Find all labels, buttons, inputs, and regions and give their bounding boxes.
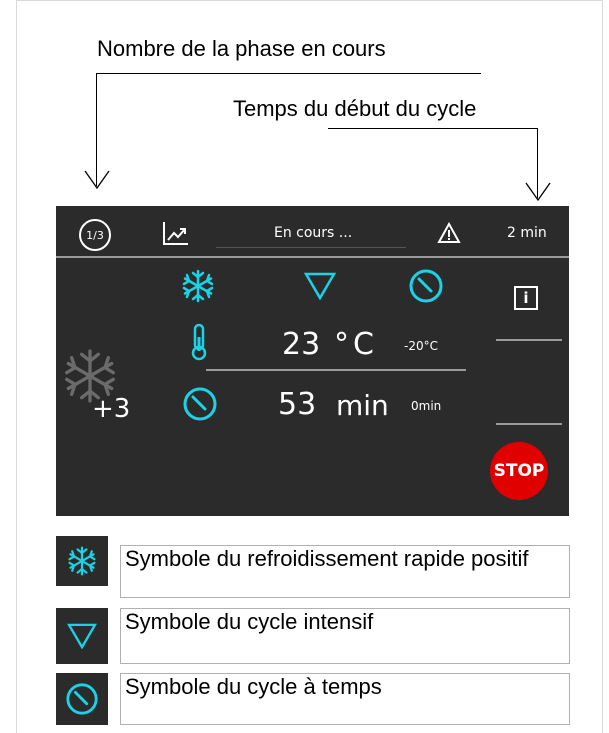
- stop-label: STOP: [493, 461, 545, 481]
- time-unit: min: [336, 389, 389, 422]
- snowflake-icon: [182, 269, 214, 303]
- phase-leader-horizontal: [96, 73, 481, 74]
- phase-counter-label: 1/3: [86, 228, 104, 242]
- time-target: 0min: [411, 399, 442, 413]
- legend-item-rapid-cooling: Symbole du refroidissement rapide positi…: [120, 545, 570, 598]
- warning-icon[interactable]: [437, 222, 461, 244]
- annotation-cycle-time: Temps du début du cycle: [233, 96, 477, 121]
- temperature-value: 23: [282, 327, 321, 362]
- legend-icon-snowflake: [56, 536, 108, 586]
- legend-icon-clock: [56, 673, 108, 725]
- legend-icon-triangle: [56, 608, 108, 664]
- phase-arrow-head: [84, 170, 110, 190]
- time-arrow-head: [525, 182, 551, 202]
- triangle-down-icon: [304, 272, 336, 300]
- timer-icon: [183, 387, 217, 421]
- header-separator: [56, 256, 569, 258]
- temperature-unit: °C: [334, 327, 378, 362]
- triangle-down-icon: [67, 623, 97, 649]
- status-text: En cours ...: [274, 225, 353, 241]
- clock-icon: [66, 683, 98, 715]
- elapsed-time: 2 min: [507, 225, 547, 241]
- right-separator-1: [496, 339, 562, 341]
- info-button[interactable]: i: [514, 286, 538, 310]
- snowflake-icon: [68, 546, 96, 576]
- clock-icon: [409, 269, 443, 303]
- right-separator-2: [496, 423, 562, 425]
- graph-icon[interactable]: [162, 220, 190, 246]
- phase-counter[interactable]: 1/3: [79, 219, 111, 251]
- status-underline: [216, 247, 406, 248]
- annotation-phase-number: Nombre de la phase en cours: [97, 36, 386, 61]
- legend-item-timed-cycle: Symbole du cycle à temps: [120, 673, 570, 725]
- info-icon: i: [523, 289, 529, 307]
- temperature-target: -20°C: [404, 339, 438, 353]
- stop-button[interactable]: STOP: [490, 442, 548, 500]
- control-panel: 1/3 En cours ... 2 min i STOP 23 °C -20°…: [56, 206, 569, 516]
- time-value: 53: [278, 387, 317, 422]
- time-leader-horizontal: [328, 128, 538, 129]
- legend-item-intensive-cycle: Symbole du cycle intensif: [120, 608, 570, 664]
- cycle-type-label: +3: [92, 394, 131, 424]
- thermometer-icon: [191, 323, 207, 361]
- middle-separator: [206, 369, 466, 371]
